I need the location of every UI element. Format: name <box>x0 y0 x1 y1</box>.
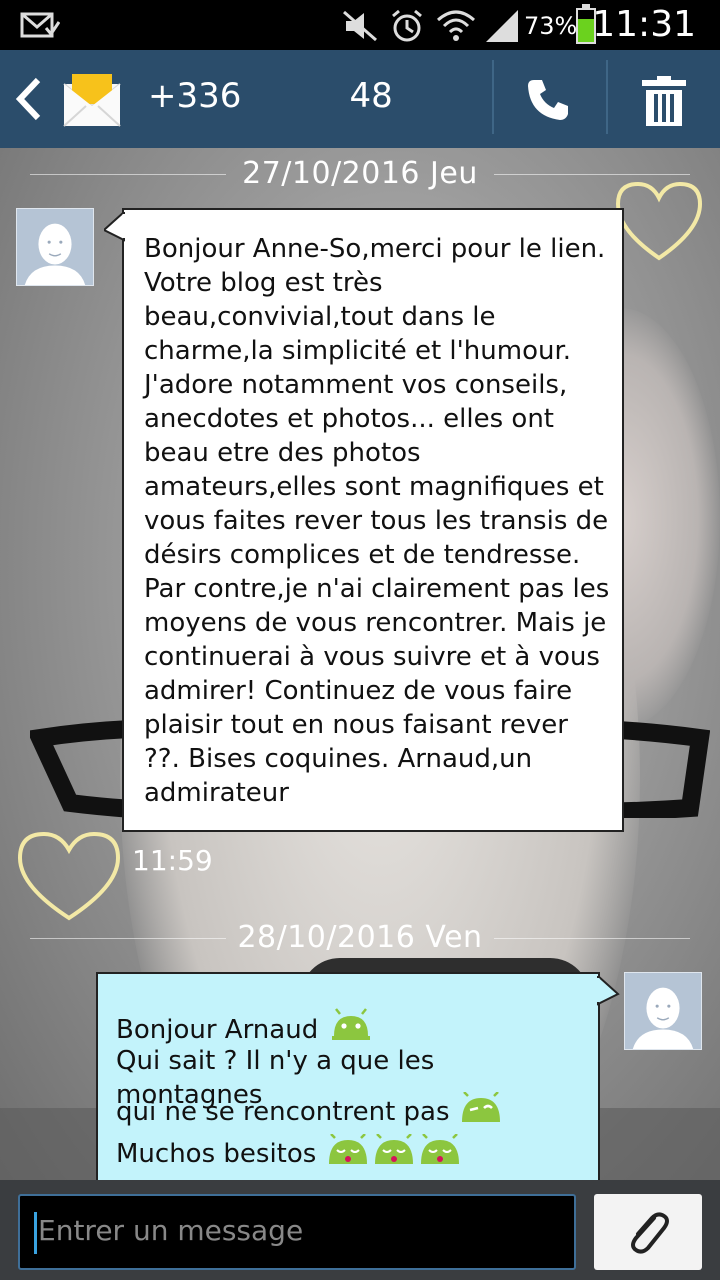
android-kiss-emoji-icon <box>420 1134 459 1164</box>
heart-outline-icon <box>615 181 703 261</box>
alarm-icon <box>392 9 422 42</box>
mute-icon <box>343 10 377 42</box>
outgoing-line-3: qui ne se rencontrent pas <box>116 1097 450 1127</box>
android-wink-emoji-icon <box>461 1092 500 1122</box>
attach-button[interactable] <box>594 1194 702 1270</box>
conversation-header: +336 48 <box>0 50 720 148</box>
wifi-icon <box>437 10 475 41</box>
outgoing-line-1: Bonjour Arnaud <box>116 1015 319 1045</box>
message-input[interactable]: Entrer un message <box>18 1194 576 1270</box>
message-envelope-icon <box>63 74 121 127</box>
message-time: 11:59 <box>132 844 213 877</box>
bubble-tail <box>596 976 620 1006</box>
android-kiss-emoji-icon <box>328 1134 367 1164</box>
call-icon[interactable] <box>526 76 572 122</box>
outgoing-line: qui ne se rencontrent pas <box>116 1080 588 1134</box>
incoming-message-text: Bonjour Anne-So,merci pour le lien. Votr… <box>144 234 610 808</box>
date-header: 27/10/2016 Jeu <box>30 154 690 194</box>
contact-number-prefix: +336 <box>148 76 242 116</box>
date-divider-line <box>494 174 690 175</box>
header-divider <box>492 60 494 134</box>
text-caret <box>34 1212 37 1254</box>
date-header: 28/10/2016 Ven <box>30 918 690 958</box>
status-time: 11:31 <box>592 4 696 45</box>
message-input-placeholder: Entrer un message <box>38 1214 304 1247</box>
heart-outline-icon <box>17 831 121 921</box>
header-divider <box>606 60 608 134</box>
outgoing-line: Muchos besitos <box>116 1134 588 1170</box>
back-icon[interactable] <box>14 76 44 122</box>
contact-number: +336 48 <box>148 76 393 116</box>
my-avatar[interactable] <box>624 972 702 1050</box>
contact-avatar[interactable] <box>16 208 94 286</box>
battery-percent: 73% <box>524 12 578 40</box>
incoming-message-bubble[interactable]: Bonjour Anne-So,merci pour le lien. Votr… <box>122 208 624 832</box>
bubble-tail <box>104 212 126 242</box>
trash-icon[interactable] <box>642 76 686 126</box>
contact-number-suffix: 48 <box>349 76 393 116</box>
message-composer: Entrer un message <box>0 1180 720 1280</box>
date-divider-line <box>494 938 690 939</box>
signal-icon <box>486 10 518 42</box>
outgoing-message-bubble[interactable]: Bonjour Arnaud Qui sait ? Il n'y a que l… <box>96 972 600 1192</box>
outgoing-line-4: Muchos besitos <box>116 1139 317 1169</box>
status-bar: 73% 11:31 <box>0 0 720 50</box>
mail-check-icon <box>20 12 60 38</box>
paperclip-icon <box>631 1212 669 1254</box>
android-kiss-emoji-icon <box>374 1134 413 1164</box>
outgoing-line: Qui sait ? Il n'y a que les montagnes <box>116 1044 588 1110</box>
outgoing-line: Bonjour Arnaud <box>116 1008 588 1045</box>
android-emoji-icon <box>332 1008 371 1040</box>
